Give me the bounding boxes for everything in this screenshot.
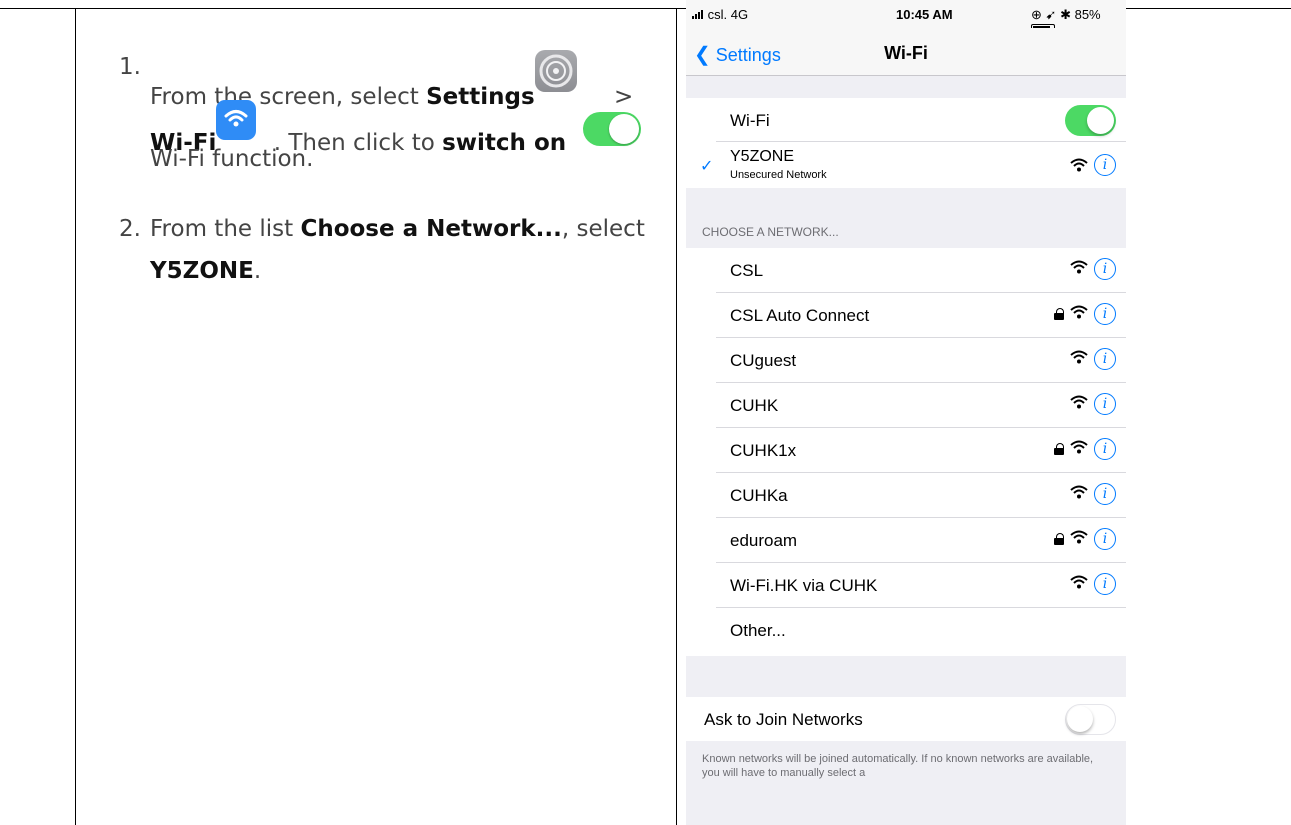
- footer-note: Known networks will be joined automatica…: [702, 753, 1094, 779]
- network-name: CUguest: [730, 351, 797, 370]
- wifi-app-icon: [216, 100, 257, 140]
- step-text: , select: [561, 216, 645, 242]
- info-button[interactable]: i: [1094, 154, 1116, 176]
- wifi-signal-icon: [1070, 395, 1088, 414]
- step-1-line3: Wi-Fi function.: [150, 146, 314, 172]
- lock-icon: [1054, 308, 1064, 320]
- row-accessories: i: [1070, 154, 1116, 176]
- network-name: eduroam: [730, 531, 798, 550]
- network-row[interactable]: Wi-Fi.HK via CUHK i: [686, 563, 1126, 608]
- switch-on-label: switch on: [442, 130, 567, 156]
- step-2-line2: Y5ZONE.: [150, 254, 261, 288]
- status-bar: csl. 4G 10:45 AM ⊕ ➹ ✱ 85%: [686, 0, 1126, 36]
- row-accessories: i: [1070, 573, 1116, 595]
- network-row[interactable]: CUHK1x i: [686, 428, 1126, 473]
- wifi-signal-icon: [1070, 575, 1088, 594]
- carrier-name: csl.: [707, 7, 728, 22]
- network-name: CSL: [730, 261, 764, 280]
- info-button[interactable]: i: [1094, 573, 1116, 595]
- info-button[interactable]: i: [1094, 393, 1116, 415]
- battery-percent: 85%: [1074, 7, 1101, 22]
- nav-title: Wi-Fi: [884, 43, 928, 63]
- lock-icon: [1054, 533, 1064, 545]
- y5zone-label: Y5ZONE: [150, 258, 254, 284]
- connected-network-name: Y5ZONE: [730, 148, 795, 165]
- table-column-divider: [676, 8, 677, 825]
- location-icon: ➹: [1045, 7, 1057, 22]
- row-accessories: i: [1070, 348, 1116, 370]
- row-accessories: i: [1054, 303, 1116, 325]
- settings-app-icon: [534, 50, 577, 92]
- wifi-toggle-row: Wi-Fi: [686, 98, 1126, 142]
- networks-list: CSL i CSL Auto Connect i CUguest i CUHK i CUHK1x…: [686, 248, 1126, 656]
- info-button[interactable]: i: [1094, 348, 1116, 370]
- network-name: Other...: [730, 621, 786, 640]
- wifi-signal-icon: [1070, 305, 1088, 324]
- network-type: 4G: [730, 7, 749, 22]
- info-button[interactable]: i: [1094, 483, 1116, 505]
- network-row[interactable]: CSL Auto Connect i: [686, 293, 1126, 338]
- lock-rotation-icon: ⊕: [1031, 7, 1042, 22]
- network-row[interactable]: CUHKa i: [686, 473, 1126, 518]
- ask-to-join-label: Ask to Join Networks: [704, 710, 863, 729]
- network-name: CUHK: [730, 396, 779, 415]
- network-name: CUHK1x: [730, 441, 797, 460]
- connected-network-row[interactable]: ✓ Y5ZONE Unsecured Network i: [686, 142, 1126, 188]
- signal-icon: [692, 10, 703, 19]
- choose-network-header: CHOOSE A NETWORK...: [702, 225, 839, 239]
- ask-to-join-group: Ask to Join Networks: [686, 697, 1126, 741]
- info-button[interactable]: i: [1094, 438, 1116, 460]
- wifi-signal-icon: [1070, 350, 1088, 369]
- wifi-signal-icon: [1070, 158, 1088, 172]
- wifi-signal-icon: [1070, 485, 1088, 504]
- other-network-row[interactable]: Other...: [686, 608, 1126, 653]
- bluetooth-icon: ✱: [1060, 7, 1071, 22]
- choose-network-label: Choose a Network...: [300, 216, 562, 242]
- checkmark-icon: ✓: [700, 158, 714, 175]
- ask-to-join-row: Ask to Join Networks: [686, 697, 1126, 741]
- network-name: CSL Auto Connect: [730, 306, 870, 325]
- ask-to-join-toggle[interactable]: [1065, 704, 1116, 735]
- row-accessories: i: [1054, 438, 1116, 460]
- network-row[interactable]: CSL i: [686, 248, 1126, 293]
- row-accessories: i: [1070, 258, 1116, 280]
- wifi-row-label: Wi-Fi: [730, 111, 770, 130]
- network-row[interactable]: CUHK i: [686, 383, 1126, 428]
- wifi-toggle[interactable]: [1065, 105, 1116, 136]
- toggle-switch-icon: [583, 112, 642, 146]
- info-button[interactable]: i: [1094, 258, 1116, 280]
- iphone-wifi-screenshot: csl. 4G 10:45 AM ⊕ ➹ ✱ 85% ❮ Settings Wi…: [686, 0, 1126, 825]
- wifi-signal-icon: [1070, 440, 1088, 459]
- row-accessories: i: [1070, 483, 1116, 505]
- wifi-group: Wi-Fi ✓ Y5ZONE Unsecured Network i: [686, 98, 1126, 188]
- step-number: 2.: [119, 216, 141, 242]
- status-time: 10:45 AM: [896, 7, 953, 22]
- row-accessories: i: [1054, 528, 1116, 550]
- step-number: 1.: [119, 54, 141, 80]
- network-row[interactable]: eduroam i: [686, 518, 1126, 563]
- wifi-signal-icon: [1070, 260, 1088, 279]
- connected-network-subtitle: Unsecured Network: [730, 169, 827, 181]
- network-name: CUHKa: [730, 486, 788, 505]
- info-button[interactable]: i: [1094, 528, 1116, 550]
- row-accessories: i: [1070, 393, 1116, 415]
- info-button[interactable]: i: [1094, 303, 1116, 325]
- period: .: [253, 258, 262, 284]
- network-name: Wi-Fi.HK via CUHK: [730, 576, 878, 595]
- network-row[interactable]: CUguest i: [686, 338, 1126, 383]
- carrier: csl. 4G: [692, 7, 748, 22]
- step-text: From the list: [150, 216, 301, 242]
- navigation-bar: ❮ Settings Wi-Fi: [686, 28, 1126, 76]
- table-left-border: [75, 8, 76, 825]
- lock-icon: [1054, 443, 1064, 455]
- wifi-signal-icon: [1070, 530, 1088, 549]
